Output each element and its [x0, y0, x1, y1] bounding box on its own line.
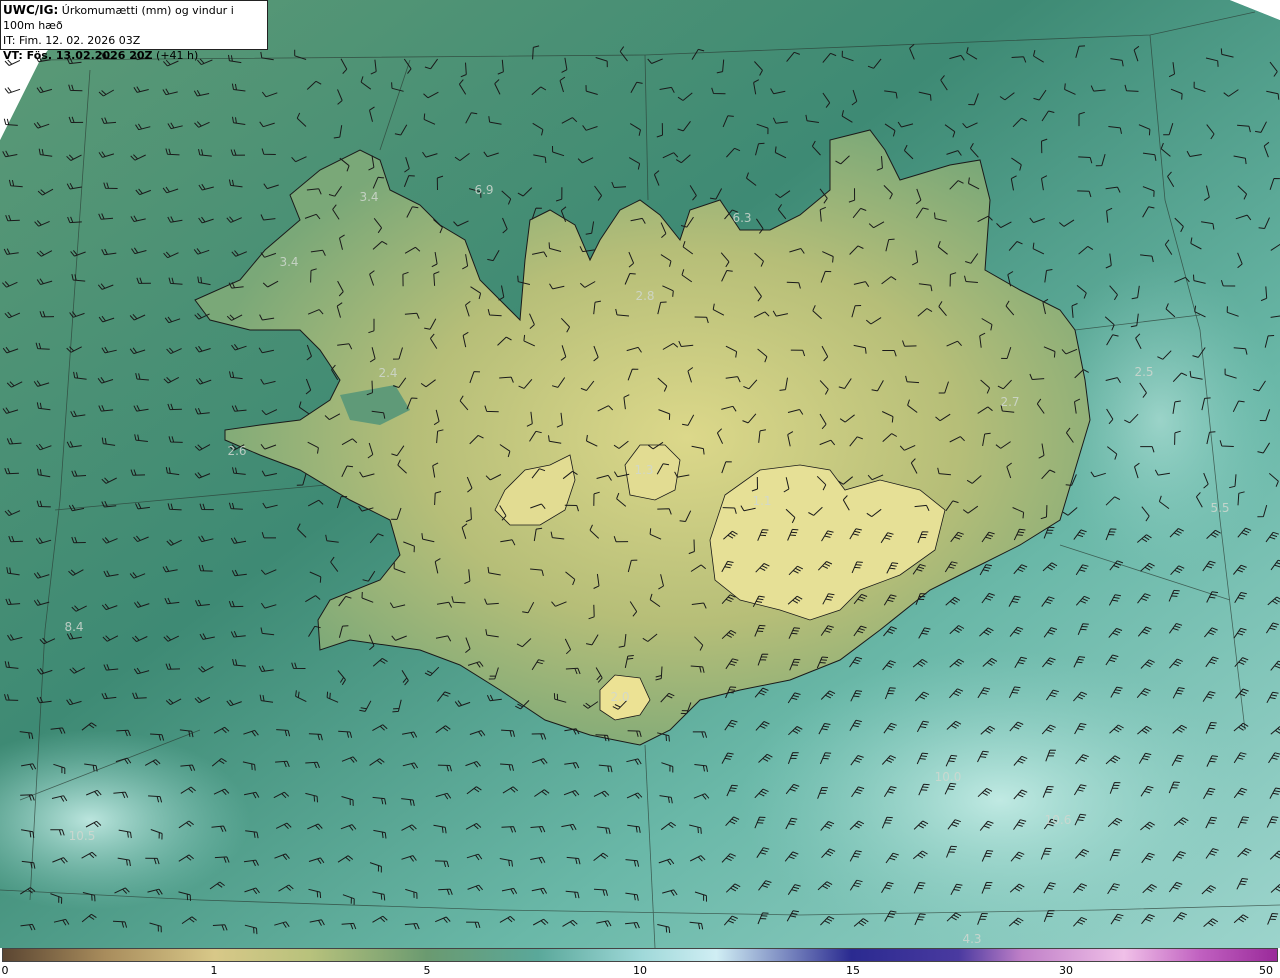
map-value-label: 3.4 — [279, 255, 298, 269]
valid-time: VT: Fös. 13.02.2026 20Z — [3, 49, 153, 62]
map-value-label: 8.4 — [64, 620, 83, 634]
info-box: UWC/IG: Úrkomumætti (mm) og vindur i 100… — [0, 0, 268, 62]
info-title-line: UWC/IG: Úrkomumætti (mm) og vindur i 100… — [3, 3, 267, 33]
map-value-label: 5.5 — [1210, 501, 1229, 515]
valid-time-line: VT: Fös. 13.02.2026 20Z (+41 h) — [3, 48, 267, 63]
map-value-label: 2.8 — [635, 289, 654, 303]
map-value-label: 10.5 — [69, 829, 96, 843]
map-value-label: 2.4 — [378, 366, 397, 380]
map-value-label: 10.6 — [1045, 813, 1072, 827]
map-value-label: 6.9 — [474, 183, 493, 197]
precipitation-colorbar — [2, 948, 1278, 962]
colorbar-tick: 0 — [1, 964, 9, 977]
map-value-label: 2.0 — [610, 690, 629, 704]
colorbar-tick: 5 — [423, 964, 431, 977]
lead-time: (+41 h) — [152, 49, 199, 62]
model-label: UWC/IG: — [3, 3, 59, 17]
map-value-label: 3.4 — [359, 190, 378, 204]
map-value-label: 10.0 — [935, 770, 962, 784]
colorbar-tick: 15 — [846, 964, 860, 977]
map-value-label: 2.5 — [1134, 365, 1153, 379]
colorbar-ticks: 0 1 5 10 15 30 50 — [0, 962, 1280, 978]
map-value-label: 4.3 — [962, 932, 981, 946]
map-value-label: 6.3 — [732, 211, 751, 225]
map-value-label: 2.7 — [1000, 395, 1019, 409]
forecast-map[interactable]: 3.4 6.9 6.3 3.4 2.8 2.4 2.5 2.7 2.6 1.3 1.1 5.5 8.4 2… — [0, 0, 1280, 950]
colorbar-tick: 10 — [633, 964, 647, 977]
map-value-label: 1.1 — [752, 494, 771, 508]
colorbar-tick: 30 — [1059, 964, 1073, 977]
map-value-label: 2.6 — [227, 444, 246, 458]
colorbar-tick: 50 — [1259, 964, 1273, 977]
map-value-label: 1.3 — [634, 463, 653, 477]
init-time: IT: Fim. 12. 02. 2026 03Z — [3, 34, 141, 47]
colorbar-tick: 1 — [210, 964, 218, 977]
